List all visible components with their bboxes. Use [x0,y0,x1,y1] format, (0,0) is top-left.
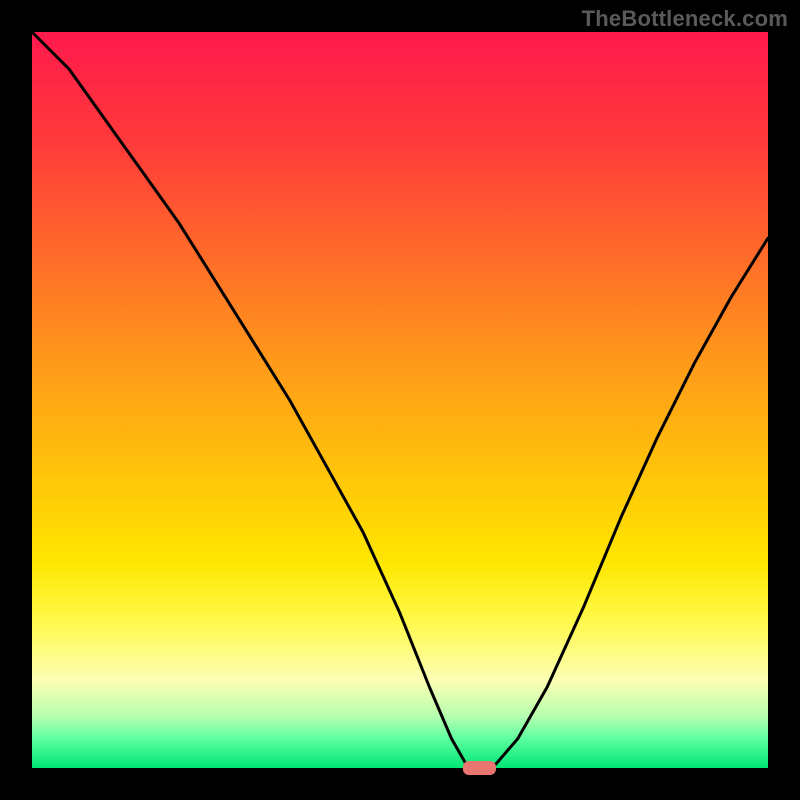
chart-overlay [32,32,768,768]
optimal-marker [463,761,496,775]
watermark-text: TheBottleneck.com [582,6,788,32]
chart-container: TheBottleneck.com [0,0,800,800]
bottleneck-curve [32,32,768,764]
